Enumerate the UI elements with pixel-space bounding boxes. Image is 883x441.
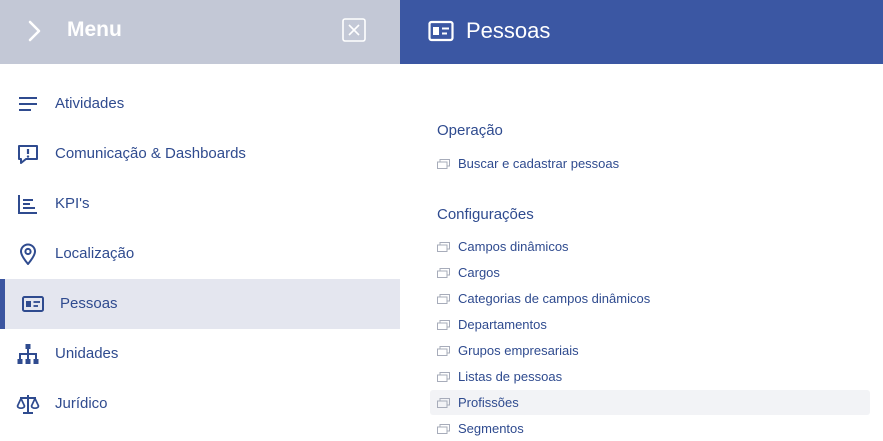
close-icon[interactable]	[342, 18, 366, 42]
list-icon	[19, 97, 37, 111]
org-chart-icon	[17, 344, 39, 364]
map-pin-icon	[20, 243, 36, 265]
link-label: Departamentos	[458, 317, 547, 332]
menu-item-label: Unidades	[55, 345, 119, 362]
scales-icon	[16, 395, 40, 414]
chevron-right-icon[interactable]	[26, 20, 44, 42]
side-menu: Menu Atividades Comunicação & Dashboards	[0, 0, 400, 441]
menu-item-label: Atividades	[55, 95, 125, 112]
link-label: Buscar e cadastrar pessoas	[458, 156, 620, 171]
menu-item-juridico[interactable]: Jurídico	[0, 379, 400, 429]
window-stack-icon	[437, 268, 450, 278]
panel-title: Pessoas	[466, 18, 551, 43]
menu-item-comunicacao-dashboards[interactable]: Comunicação & Dashboards	[0, 129, 400, 179]
bar-chart-icon	[18, 195, 37, 214]
submenu-panel: Pessoas Operação Buscar e cadastrar pess…	[400, 0, 883, 441]
link-label: Grupos empresariais	[458, 343, 579, 358]
menu-title: Menu	[67, 18, 122, 41]
link-label: Cargos	[458, 265, 500, 280]
window-stack-icon	[437, 159, 450, 169]
link-buscar-cadastrar-pessoas[interactable]: Buscar e cadastrar pessoas	[430, 151, 870, 176]
menu-item-unidades[interactable]: Unidades	[0, 329, 400, 379]
link-label: Profissões	[458, 395, 519, 410]
link-profissoes[interactable]: Profissões	[430, 390, 870, 415]
window-stack-icon	[437, 320, 450, 330]
menu-header: Menu	[0, 0, 400, 64]
link-listas-de-pessoas[interactable]: Listas de pessoas	[430, 364, 870, 389]
chat-alert-icon	[18, 145, 38, 164]
window-stack-icon	[437, 372, 450, 382]
link-label: Segmentos	[458, 421, 524, 436]
window-stack-icon	[437, 242, 450, 252]
window-stack-icon	[437, 346, 450, 356]
menu-list: Atividades Comunicação & Dashboards KPI'…	[0, 79, 400, 429]
link-label: Categorias de campos dinâmicos	[458, 291, 651, 306]
menu-item-atividades[interactable]: Atividades	[0, 79, 400, 129]
menu-item-label: Localização	[55, 245, 135, 262]
link-label: Listas de pessoas	[458, 369, 563, 384]
section-title-configuracoes: Configurações	[437, 206, 534, 223]
window-stack-icon	[437, 398, 450, 408]
link-campos-dinamicos[interactable]: Campos dinâmicos	[430, 234, 870, 259]
menu-item-pessoas[interactable]: Pessoas	[0, 279, 400, 329]
link-departamentos[interactable]: Departamentos	[430, 312, 870, 337]
id-card-icon	[22, 296, 44, 312]
menu-item-label: KPI's	[55, 195, 90, 212]
menu-item-label: Jurídico	[55, 395, 108, 412]
link-cargos[interactable]: Cargos	[430, 260, 870, 285]
menu-item-localizacao[interactable]: Localização	[0, 229, 400, 279]
section-title-operacao: Operação	[437, 122, 503, 139]
menu-item-kpis[interactable]: KPI's	[0, 179, 400, 229]
link-grupos-empresariais[interactable]: Grupos empresariais	[430, 338, 870, 363]
link-label: Campos dinâmicos	[458, 239, 569, 254]
link-categorias-campos-dinamicos[interactable]: Categorias de campos dinâmicos	[430, 286, 870, 311]
link-segmentos[interactable]: Segmentos	[430, 416, 870, 441]
window-stack-icon	[437, 294, 450, 304]
menu-item-label: Pessoas	[60, 295, 118, 312]
id-card-icon	[428, 20, 454, 42]
window-stack-icon	[437, 424, 450, 434]
menu-item-label: Comunicação & Dashboards	[55, 145, 246, 162]
panel-header: Pessoas	[400, 0, 883, 64]
